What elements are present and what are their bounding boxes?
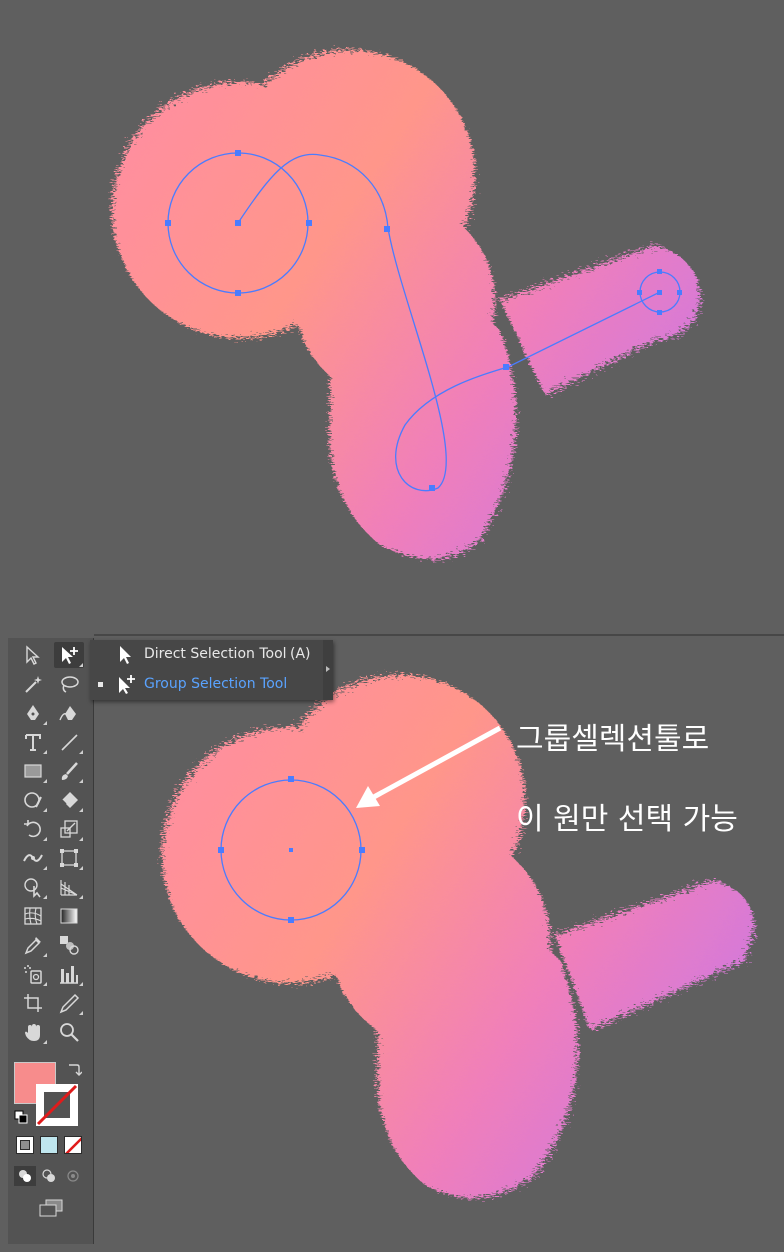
none-slash-icon [36, 1084, 78, 1126]
draw-normal-icon [19, 1170, 31, 1182]
lasso-icon [61, 676, 79, 693]
curvature-tool[interactable] [54, 700, 84, 726]
draw-normal-button[interactable] [14, 1166, 36, 1186]
lasso-tool[interactable] [54, 671, 84, 697]
width-tool[interactable] [18, 845, 48, 871]
eyedropper-icon [24, 937, 41, 955]
magic-wand-tool[interactable] [18, 671, 48, 697]
annotation-line-1: 그룹셀렉션툴로 [516, 722, 710, 757]
paintbrush-icon [61, 762, 78, 780]
tools-panel [8, 638, 94, 1244]
eraser-tool[interactable] [54, 787, 84, 813]
shaper-icon [24, 792, 42, 808]
scale-tool[interactable] [54, 816, 84, 842]
screen-mode-icon [39, 1199, 63, 1217]
scale-icon [60, 820, 78, 838]
flyout-item-direct-selection[interactable]: Direct Selection Tool (A) [90, 640, 323, 669]
artboard-icon [24, 994, 42, 1012]
zoom-icon [60, 1023, 79, 1042]
shaper-tool[interactable] [18, 787, 48, 813]
mesh-icon [24, 907, 42, 925]
shape-builder-icon [24, 878, 41, 898]
annotation-line-2: 이 원만 선택 가능 [516, 802, 738, 837]
selection-tools-flyout: Direct Selection Tool (A) Group Selectio… [90, 640, 333, 700]
direct-selection-icon [62, 647, 78, 664]
eraser-icon [61, 792, 78, 808]
flyout-item-label: Direct Selection Tool [144, 646, 287, 662]
mesh-tool[interactable] [18, 903, 48, 929]
pen-icon [27, 705, 39, 720]
chevron-right-icon [326, 666, 330, 672]
none-mode-button[interactable] [64, 1136, 82, 1154]
column-graph-tool[interactable] [54, 961, 84, 987]
selected-bullet-icon [98, 682, 103, 687]
gradient-tool[interactable] [54, 903, 84, 929]
gradient-mode-button[interactable] [40, 1136, 58, 1154]
type-tool[interactable] [18, 729, 48, 755]
slice-icon [59, 993, 80, 1014]
free-transform-tool[interactable] [54, 845, 84, 871]
zoom-tool[interactable] [54, 1019, 84, 1045]
hand-icon [25, 1024, 40, 1041]
blend-icon [60, 936, 79, 955]
default-fill-stroke-icon[interactable] [14, 1110, 28, 1124]
rotate-tool[interactable] [18, 816, 48, 842]
width-icon [23, 854, 43, 862]
line-segment-icon [61, 734, 78, 751]
rectangle-icon [24, 764, 42, 778]
perspective-grid-icon [60, 880, 78, 896]
column-graph-icon [60, 966, 78, 984]
pen-tool[interactable] [18, 700, 48, 726]
direct-selection-tool[interactable] [54, 642, 84, 668]
artwork-canvas[interactable] [0, 0, 784, 1252]
type-icon [25, 734, 41, 751]
free-transform-icon [60, 849, 78, 867]
perspective-grid-tool[interactable] [54, 874, 84, 900]
direct-selection-icon [120, 646, 131, 664]
stroke-swatch[interactable] [36, 1084, 78, 1126]
rotate-icon [24, 820, 41, 838]
flyout-item-shortcut: (A) [290, 646, 311, 662]
draw-behind-button[interactable] [38, 1166, 60, 1186]
flyout-item-group-selection[interactable]: Group Selection Tool [90, 670, 323, 699]
selection-arrow-icon [26, 645, 40, 665]
gradient-icon [60, 908, 78, 924]
screen-mode-button[interactable] [36, 1196, 66, 1220]
curvature-icon [59, 706, 76, 721]
draw-inside-button[interactable] [62, 1166, 84, 1186]
artboard-tool[interactable] [18, 990, 48, 1016]
paintbrush-tool[interactable] [54, 758, 84, 784]
swap-fill-stroke-icon[interactable] [66, 1062, 82, 1078]
color-mode-button[interactable] [16, 1136, 34, 1154]
magic-wand-icon [25, 676, 42, 693]
eyedropper-tool[interactable] [18, 932, 48, 958]
canvas-divider [94, 634, 784, 636]
flyout-tearoff[interactable] [323, 640, 333, 700]
hand-tool[interactable] [18, 1019, 48, 1045]
flyout-item-label: Group Selection Tool [144, 676, 288, 692]
group-selection-icon [119, 675, 135, 694]
annotation-text: 그룹셀렉션툴로 이 원만 선택 가능 [516, 680, 778, 880]
shape-builder-tool[interactable] [18, 874, 48, 900]
symbol-sprayer-icon [24, 965, 42, 984]
none-slash-icon [65, 1137, 81, 1153]
selection-tool[interactable] [18, 642, 48, 668]
blend-tool[interactable] [54, 932, 84, 958]
draw-behind-icon [42, 1169, 55, 1182]
slice-tool[interactable] [54, 990, 84, 1016]
rectangle-tool[interactable] [18, 758, 48, 784]
draw-inside-icon [67, 1170, 79, 1182]
symbol-sprayer-tool[interactable] [18, 961, 48, 987]
line-segment-tool[interactable] [54, 729, 84, 755]
